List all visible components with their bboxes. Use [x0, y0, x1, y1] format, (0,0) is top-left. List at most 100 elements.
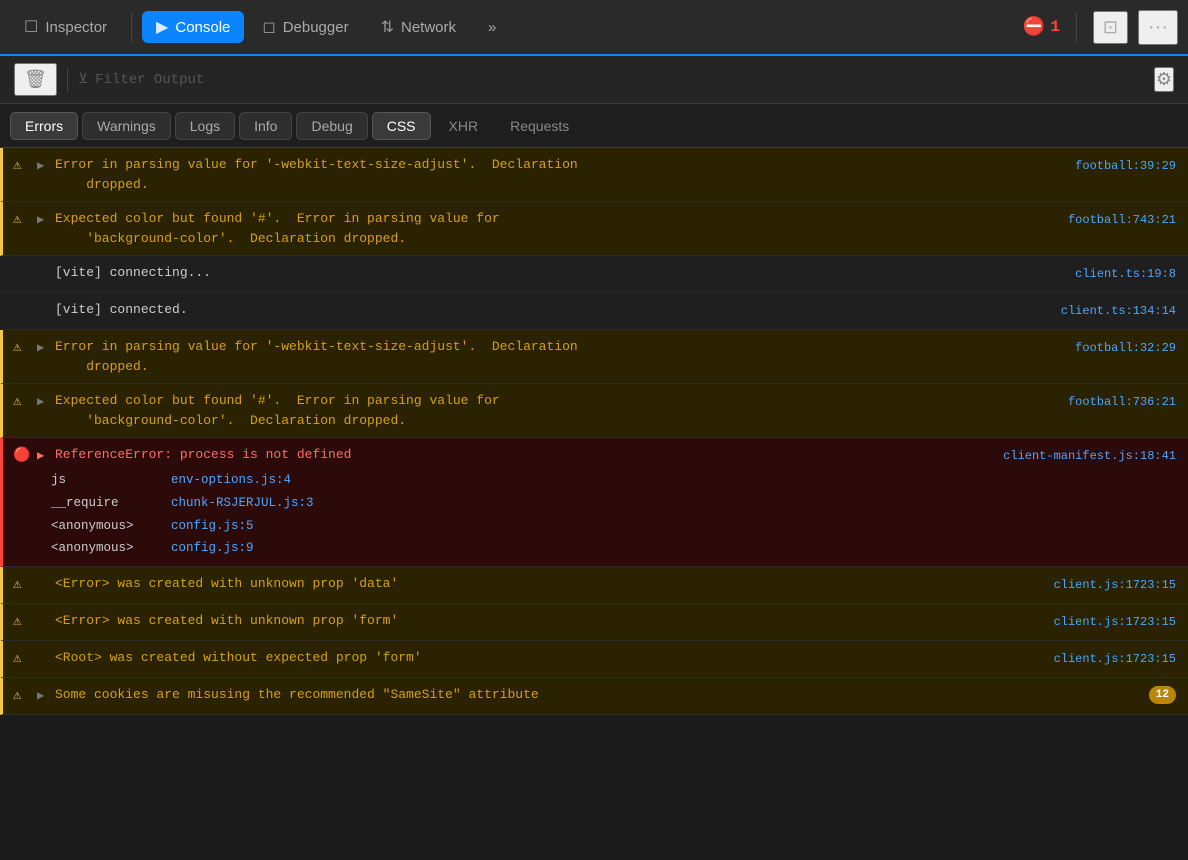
console-row-2: ⚠ ▶ Expected color but found '#'. Error … — [0, 202, 1188, 256]
expand-arrow-11[interactable]: ▶ — [37, 687, 51, 705]
tab-css[interactable]: CSS — [372, 112, 431, 140]
row-source-3[interactable]: client.ts:19:8 — [1075, 265, 1176, 283]
settings-icon: ⚙ — [1156, 69, 1172, 89]
console-output: ⚠ ▶ Error in parsing value for '-webkit-… — [0, 148, 1188, 860]
stack-file-2[interactable]: chunk-RSJERJUL.js:3 — [171, 494, 314, 513]
warning-icon-2: ⚠ — [13, 210, 33, 231]
tab-logs[interactable]: Logs — [175, 112, 235, 140]
console-settings-button[interactable]: ⚙ — [1154, 67, 1174, 92]
clear-console-button[interactable]: 🗑 — [14, 63, 57, 96]
row-source-10[interactable]: client.js:1723:15 — [1054, 650, 1176, 668]
stack-file-1[interactable]: env-options.js:4 — [171, 471, 291, 490]
inspector-button[interactable]: ☐ Inspector — [10, 11, 121, 43]
filter-bar: 🗑 ⊻ ⚙ — [0, 56, 1188, 104]
error-count-badge: ⛔ 1 — [1023, 16, 1060, 38]
row-content-11: Some cookies are misusing the recommende… — [55, 685, 1176, 705]
stack-file-3[interactable]: config.js:5 — [171, 517, 254, 536]
row-text-4: [vite] connected. — [55, 302, 188, 317]
no-arrow-9: · — [37, 613, 51, 631]
console-row-5: ⚠ ▶ Error in parsing value for '-webkit-… — [0, 330, 1188, 384]
row-source-9[interactable]: client.js:1723:15 — [1054, 613, 1176, 631]
row-content-9: <Error> was created with unknown prop 'f… — [55, 611, 1044, 631]
row-content-3: [vite] connecting... — [55, 263, 1065, 283]
row-source-4[interactable]: client.ts:134:14 — [1061, 302, 1176, 320]
row-text-2: Expected color but found '#'. Error in p… — [55, 211, 500, 246]
tab-xhr[interactable]: XHR — [435, 113, 493, 139]
overflow-menu-button[interactable]: ··· — [1138, 10, 1178, 45]
inspector-label: Inspector — [45, 19, 107, 36]
responsive-button[interactable]: ⊡ — [1093, 11, 1128, 44]
row-source-7[interactable]: client-manifest.js:18:41 — [1003, 447, 1176, 465]
row-text-3: [vite] connecting... — [55, 265, 211, 280]
row-source-5[interactable]: football:32:29 — [1075, 339, 1176, 357]
console-icon: ▶ — [156, 17, 168, 37]
debugger-label: Debugger — [283, 19, 349, 36]
more-tools-button[interactable]: » — [474, 13, 510, 42]
console-row-7: 🔴 ▶ ReferenceError: process is not defin… — [0, 438, 1188, 567]
expand-arrow-7[interactable]: ▶ — [37, 447, 51, 465]
row-source-2[interactable]: football:743:21 — [1068, 211, 1176, 229]
row-text-9: <Error> was created with unknown prop 'f… — [55, 613, 398, 628]
error-icon-7: 🔴 — [13, 446, 33, 467]
console-label: Console — [175, 19, 230, 36]
stack-fn-3: <anonymous> — [51, 517, 161, 536]
filter-input[interactable] — [95, 72, 1144, 88]
row-source-8[interactable]: client.js:1723:15 — [1054, 576, 1176, 594]
warning-icon-8: ⚠ — [13, 575, 33, 596]
network-label: Network — [401, 19, 456, 36]
warning-icon-11: ⚠ — [13, 686, 33, 707]
console-row-3: · · [vite] connecting... client.ts:19:8 — [0, 256, 1188, 293]
row-content-8: <Error> was created with unknown prop 'd… — [55, 574, 1044, 594]
expand-arrow-1[interactable]: ▶ — [37, 157, 51, 175]
warning-icon-5: ⚠ — [13, 338, 33, 359]
row-source-1[interactable]: football:39:29 — [1075, 157, 1176, 175]
no-arrow-4: · — [37, 302, 51, 320]
no-arrow-8: · — [37, 576, 51, 594]
warning-icon-10: ⚠ — [13, 649, 33, 670]
tab-debug[interactable]: Debug — [296, 112, 367, 140]
stack-fn-2: __require — [51, 494, 161, 513]
no-arrow-10: · — [37, 650, 51, 668]
cookie-count-badge: 12 — [1149, 686, 1176, 705]
row-text-1: Error in parsing value for '-webkit-text… — [55, 157, 578, 192]
info-icon-3: · — [13, 264, 33, 285]
row-text-10: <Root> was created without expected prop… — [55, 650, 422, 665]
error-circle-icon: ⛔ — [1023, 16, 1045, 38]
row-text-7: ReferenceError: process is not defined — [55, 447, 351, 462]
filter-input-wrapper: ⊻ — [78, 71, 1144, 88]
expand-arrow-2[interactable]: ▶ — [37, 211, 51, 229]
error-row-header: 🔴 ▶ ReferenceError: process is not defin… — [13, 445, 1176, 467]
stack-fn-4: <anonymous> — [51, 539, 161, 558]
toolbar: ☐ Inspector ▶ Console ◻ Debugger ⇅ Netwo… — [0, 0, 1188, 56]
console-row-1: ⚠ ▶ Error in parsing value for '-webkit-… — [0, 148, 1188, 202]
trash-icon: 🗑 — [24, 69, 47, 89]
row-text-5: Error in parsing value for '-webkit-text… — [55, 339, 578, 374]
debugger-button[interactable]: ◻ Debugger — [248, 11, 362, 43]
expand-arrow-5[interactable]: ▶ — [37, 339, 51, 357]
row-text-8: <Error> was created with unknown prop 'd… — [55, 576, 398, 591]
row-content-10: <Root> was created without expected prop… — [55, 648, 1044, 668]
tab-errors[interactable]: Errors — [10, 112, 78, 140]
network-icon: ⇅ — [381, 17, 394, 37]
stack-row-4: <anonymous> config.js:9 — [51, 537, 1176, 560]
tab-requests[interactable]: Requests — [496, 113, 583, 139]
stack-file-4[interactable]: config.js:9 — [171, 539, 254, 558]
tab-warnings[interactable]: Warnings — [82, 112, 171, 140]
network-button[interactable]: ⇅ Network — [367, 11, 470, 43]
row-content-1: Error in parsing value for '-webkit-text… — [55, 155, 1065, 194]
info-icon-4: · — [13, 301, 33, 322]
console-row-11: ⚠ ▶ Some cookies are misusing the recomm… — [0, 678, 1188, 715]
more-icon: » — [488, 19, 496, 36]
console-row-9: ⚠ · <Error> was created with unknown pro… — [0, 604, 1188, 641]
stack-row-3: <anonymous> config.js:5 — [51, 515, 1176, 538]
tab-info[interactable]: Info — [239, 112, 292, 140]
filter-icon: ⊻ — [78, 71, 88, 88]
console-button[interactable]: ▶ Console — [142, 11, 244, 43]
expand-arrow-6[interactable]: ▶ — [37, 393, 51, 411]
responsive-icon: ⊡ — [1103, 17, 1118, 37]
warning-icon-1: ⚠ — [13, 156, 33, 177]
row-source-6[interactable]: football:736:21 — [1068, 393, 1176, 411]
filter-separator — [67, 68, 68, 92]
row-content-5: Error in parsing value for '-webkit-text… — [55, 337, 1065, 376]
stack-trace-7: js env-options.js:4 __require chunk-RSJE… — [13, 469, 1176, 560]
